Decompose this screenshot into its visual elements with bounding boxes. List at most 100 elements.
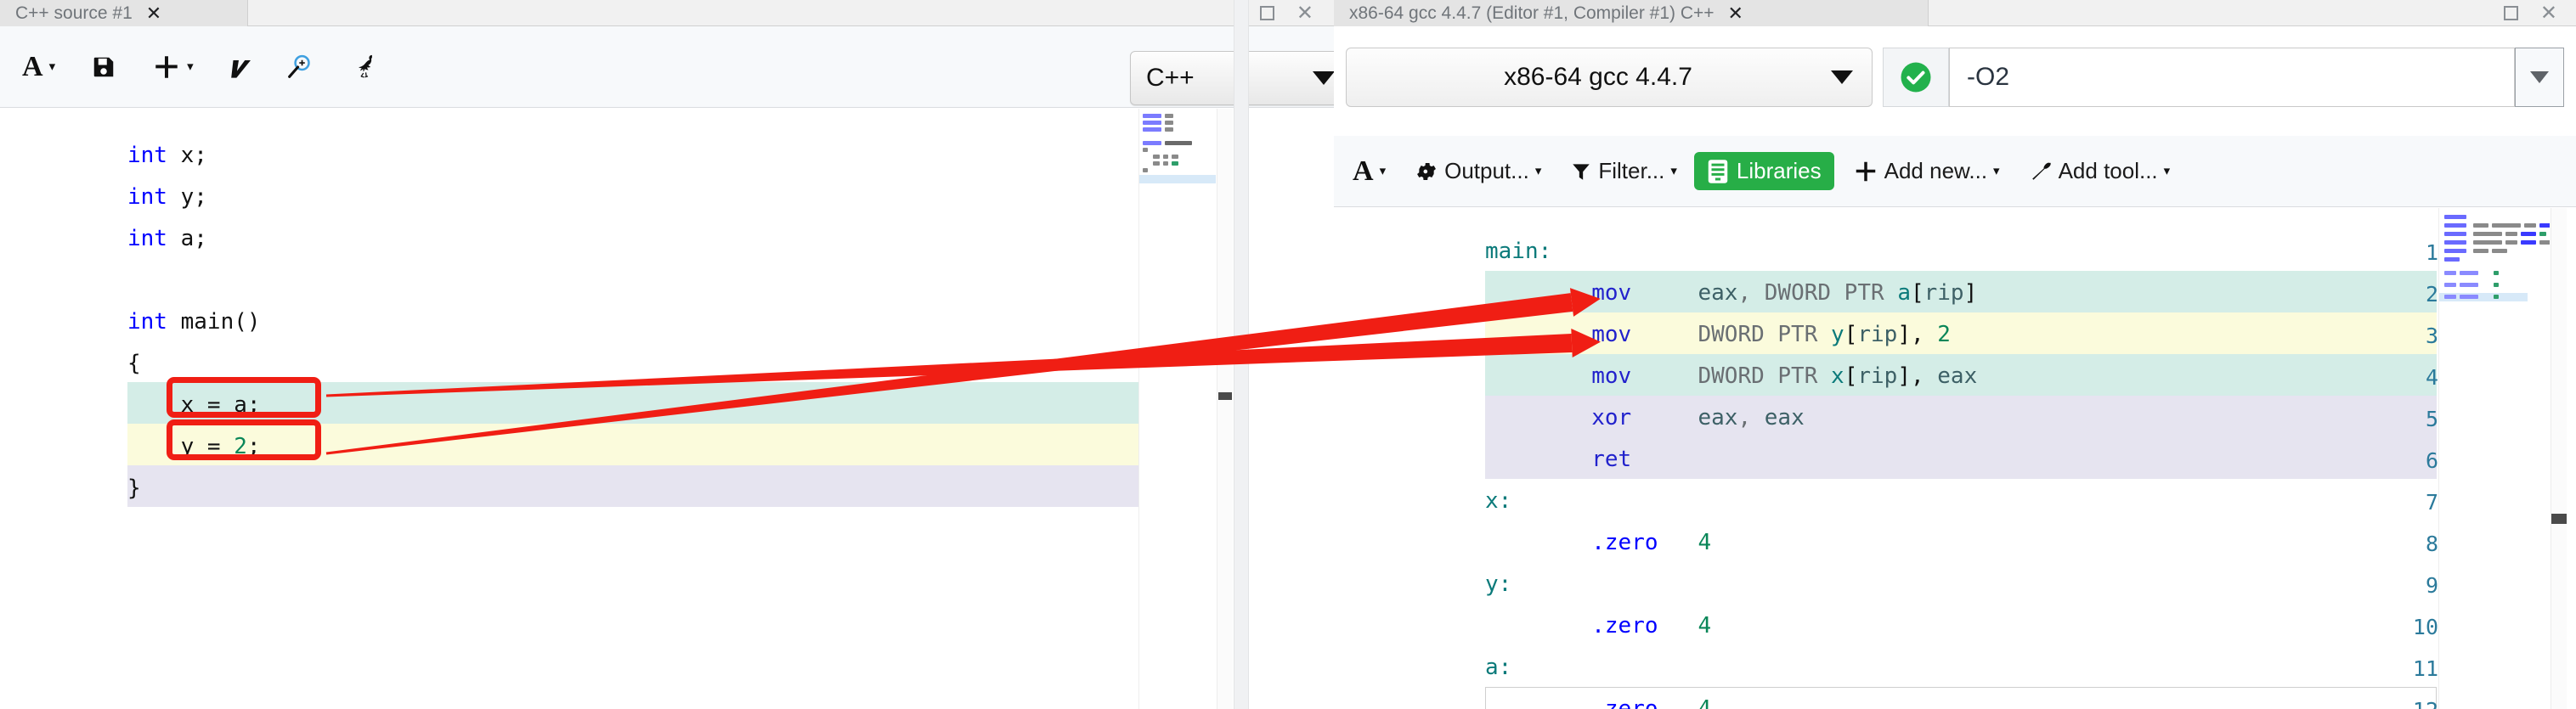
code-token: x; — [167, 143, 207, 168]
code-token: eax — [1764, 405, 1805, 430]
close-icon[interactable]: ✕ — [146, 3, 161, 23]
compiler-options-value: -O2 — [1967, 63, 2010, 91]
code-line[interactable]: int y; — [127, 186, 207, 208]
compiler-options-dropdown[interactable] — [2515, 48, 2564, 107]
maximize-icon[interactable] — [2503, 6, 2518, 20]
line-number: 8 — [2425, 532, 2438, 556]
code-token: , — [1737, 405, 1765, 430]
code-token: mov — [1591, 363, 1632, 389]
y-assign-highlight — [167, 419, 321, 460]
assembly-output-editor[interactable]: 123456789101112 main: mov eax, DWORD PTR… — [1334, 208, 2438, 709]
tab-compiler-1[interactable]: x86-64 gcc 4.4.7 (Editor #1, Compiler #1… — [1334, 0, 1929, 26]
code-line[interactable]: int x; — [127, 144, 207, 166]
line-number: 12 — [2345, 698, 2438, 709]
find-button[interactable] — [274, 48, 324, 87]
panel-splitter[interactable] — [1234, 0, 1249, 709]
close-icon[interactable]: ✕ — [2540, 3, 2557, 24]
code-line[interactable]: int a; — [127, 228, 207, 250]
compiler-select[interactable]: x86-64 gcc 4.4.7 — [1346, 48, 1873, 107]
code-line[interactable]: mov DWORD PTR x[rip], eax — [1485, 365, 1977, 387]
save-button[interactable] — [81, 49, 127, 85]
left-window-controls: ✕ — [1259, 0, 1313, 26]
tab-label: x86-64 gcc 4.4.7 (Editor #1, Compiler #1… — [1349, 3, 1715, 23]
line-number: 6 — [2425, 448, 2438, 473]
vim-mode-button[interactable]: 𝒗 — [219, 47, 257, 87]
add-new-button[interactable]: Add new... ▾ — [1843, 153, 2010, 189]
code-line[interactable]: .zero 4 — [1485, 615, 1711, 637]
add-button[interactable]: ▾ — [142, 48, 204, 87]
add-tool-button-label: Add tool... — [2058, 158, 2158, 183]
source-minimap[interactable] — [1138, 109, 1216, 709]
plus-icon — [152, 53, 181, 82]
code-token: a; — [167, 226, 207, 251]
code-line[interactable]: xor eax, eax — [1485, 407, 1805, 429]
source-scrollbar[interactable] — [1217, 109, 1233, 709]
line-number: 7 — [2425, 490, 2438, 515]
code-line[interactable]: mov eax, DWORD PTR a[rip] — [1485, 282, 1977, 304]
code-token: [ — [1844, 363, 1858, 389]
assembly-scrollbar-thumb[interactable] — [2551, 514, 2567, 524]
wrench-icon — [2029, 160, 2053, 183]
close-icon[interactable]: ✕ — [1296, 3, 1313, 24]
compiler-select-value: x86-64 gcc 4.4.7 — [1504, 63, 1692, 91]
tab-cpp-source-1[interactable]: C++ source #1 ✕ — [0, 0, 248, 26]
line-number: 4 — [2425, 365, 2438, 390]
code-token: , — [1737, 280, 1765, 306]
code-token: ret — [1591, 447, 1632, 472]
line-number: 9 — [2425, 573, 2438, 598]
add-new-button-label: Add new... — [1884, 158, 1988, 183]
code-line[interactable]: y: — [1485, 573, 1511, 595]
code-line[interactable]: .zero 4 — [1485, 532, 1711, 554]
chevron-down-icon: ▾ — [48, 59, 56, 74]
code-token: ], — [1897, 322, 1938, 347]
code-token: .zero — [1591, 696, 1658, 709]
code-token: rip — [1924, 280, 1964, 306]
maximize-icon[interactable] — [1259, 6, 1274, 20]
filter-icon — [1570, 160, 1592, 183]
code-line[interactable]: x: — [1485, 490, 1511, 512]
font-size-button[interactable]: A ▾ — [1342, 152, 1396, 191]
libraries-button[interactable]: Libraries — [1693, 152, 1834, 190]
code-line[interactable]: ret — [1485, 448, 1631, 470]
filter-button[interactable]: Filter... ▾ — [1560, 153, 1687, 189]
code-token: 2 — [1937, 322, 1951, 347]
code-token: x — [1831, 363, 1844, 389]
code-token: [ — [1910, 280, 1924, 306]
code-line[interactable]: a: — [1485, 656, 1511, 678]
chevron-down-icon — [2530, 71, 2549, 83]
assembly-minimap[interactable] — [2438, 208, 2550, 709]
close-icon[interactable]: ✕ — [1728, 3, 1743, 23]
code-line[interactable]: main: — [1485, 240, 1551, 262]
code-token: eax — [1698, 405, 1738, 430]
code-token: int — [127, 226, 167, 251]
gear-icon — [1415, 160, 1438, 183]
code-token: rip — [1857, 363, 1898, 389]
code-token: mov — [1591, 322, 1632, 347]
source-scrollbar-thumb[interactable] — [1218, 392, 1232, 400]
assembly-scrollbar[interactable] — [2551, 208, 2567, 709]
code-line[interactable]: int main() — [127, 311, 261, 333]
code-token: .zero — [1591, 613, 1658, 639]
code-line[interactable]: } — [127, 477, 141, 499]
output-button[interactable]: Output... ▾ — [1404, 153, 1551, 189]
code-token: } — [127, 475, 141, 501]
add-tool-button[interactable]: Add tool... ▾ — [2019, 153, 2181, 189]
compiler-options-input[interactable]: -O2 — [1949, 48, 2515, 107]
chevron-down-icon: ▾ — [1379, 164, 1387, 178]
plus-icon — [1853, 159, 1878, 184]
language-select-value: C++ — [1146, 64, 1195, 92]
font-size-button[interactable]: A ▾ — [12, 48, 65, 87]
code-line[interactable]: .zero 4 — [1485, 698, 1711, 709]
code-token: [ — [1844, 322, 1858, 347]
code-token: a — [1897, 280, 1911, 306]
code-line[interactable]: mov DWORD PTR y[rip], 2 — [1485, 324, 1951, 346]
code-line[interactable]: { — [127, 352, 141, 374]
ostrich-button[interactable] — [342, 48, 392, 87]
